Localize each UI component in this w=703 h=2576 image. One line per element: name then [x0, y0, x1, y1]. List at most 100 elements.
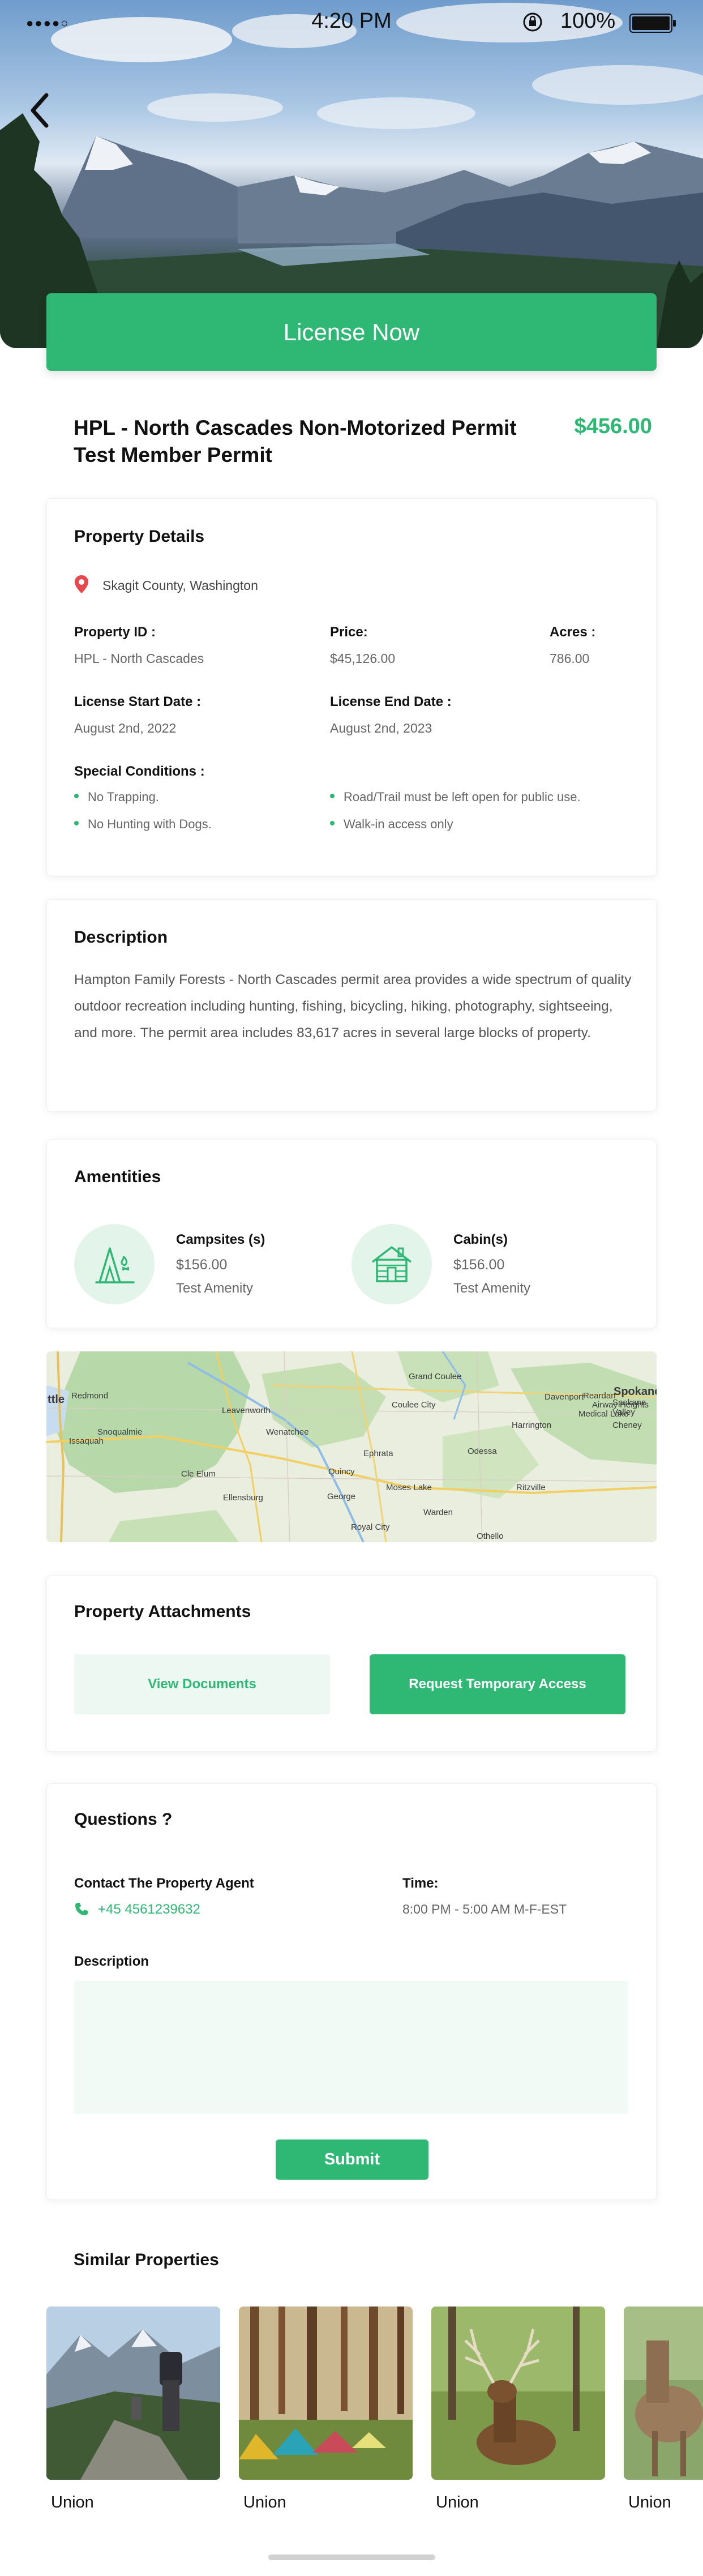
- amenity-price: $156.00: [453, 1257, 505, 1273]
- similar-property-card[interactable]: Union: [431, 2307, 605, 2511]
- similar-property-card[interactable]: Union: [239, 2307, 413, 2511]
- camping-forest-image: [239, 2307, 413, 2480]
- condition-item: Walk-in access only: [330, 817, 453, 832]
- map-label: Leavenworth: [222, 1406, 271, 1415]
- similar-property-label: Union: [243, 2493, 286, 2511]
- condition-item: Road/Trail must be left open for public …: [330, 790, 581, 805]
- campsite-icon: [95, 1247, 135, 1283]
- price-label: Price:: [330, 624, 368, 640]
- questions-card: Questions ? Contact The Property Agent +…: [46, 1783, 657, 2200]
- map-label: Cheney: [612, 1420, 642, 1430]
- permit-title: HPL - North Cascades Non-Motorized Permi…: [74, 414, 538, 469]
- rotation-lock-icon: [523, 12, 542, 32]
- map-label: Ellensburg: [223, 1493, 263, 1503]
- elk-image: [431, 2307, 605, 2480]
- amenity-subtitle: Test Amenity: [453, 1281, 531, 1296]
- map-label: Issaquah: [69, 1436, 104, 1446]
- permit-title-line2: Test Member Permit: [74, 443, 272, 467]
- property-details-card: Property Details Skagit County, Washingt…: [46, 498, 657, 876]
- acres-value: 786.00: [550, 651, 590, 666]
- permit-title-line1: HPL - North Cascades Non-Motorized Permi…: [74, 416, 517, 439]
- attachments-card: Property Attachments View Documents Requ…: [46, 1576, 657, 1752]
- similar-property-label: Union: [51, 2493, 94, 2511]
- map-label: Quincy: [328, 1467, 355, 1477]
- license-now-button[interactable]: License Now: [46, 293, 657, 371]
- hikers-mountain-image: [46, 2307, 220, 2480]
- property-details-heading: Property Details: [74, 527, 205, 546]
- questions-heading: Questions ?: [74, 1810, 173, 1829]
- phone-icon: [75, 1903, 88, 1915]
- map-label: George: [327, 1492, 356, 1501]
- request-access-button[interactable]: Request Temporary Access: [370, 1654, 625, 1714]
- amenity-icon-circle: [352, 1224, 432, 1304]
- amenity-subtitle: Test Amenity: [176, 1281, 254, 1296]
- property-thumbnail: [46, 2307, 220, 2480]
- similar-property-card[interactable]: Union: [46, 2307, 220, 2511]
- condition-item: No Trapping.: [74, 790, 159, 805]
- view-documents-button[interactable]: View Documents: [74, 1654, 330, 1714]
- description-label: Description: [74, 1954, 149, 1969]
- map-label: Spokane Valley: [612, 1398, 646, 1417]
- amenities-card: Amentities Campsites (s) $156.00 Test Am…: [46, 1140, 657, 1328]
- home-indicator[interactable]: [268, 2554, 435, 2560]
- map-label: Warden: [423, 1508, 453, 1517]
- description-card: Description Hampton Family Forests - Nor…: [46, 899, 657, 1111]
- status-bar: ●●●●○ 4:20 PM 100%: [0, 0, 703, 45]
- amenities-heading: Amentities: [74, 1167, 161, 1186]
- map-label: Grand Coulee: [409, 1372, 462, 1381]
- map-label: Spokane: [614, 1385, 657, 1398]
- property-map[interactable]: ttle Redmond Snoqualmie Issaquah Leavenw…: [46, 1351, 657, 1542]
- amenity-price: $156.00: [176, 1257, 228, 1273]
- submit-button[interactable]: Submit: [276, 2139, 428, 2180]
- property-id-label: Property ID :: [74, 624, 156, 640]
- map-label: Coulee City: [392, 1400, 436, 1410]
- description-textarea[interactable]: [74, 1981, 628, 2114]
- condition-item: No Hunting with Dogs.: [74, 817, 212, 832]
- map-label: Cle Elum: [181, 1469, 216, 1479]
- agent-phone[interactable]: +45 4561239632: [98, 1902, 200, 1918]
- special-conditions-label: Special Conditions :: [74, 764, 205, 779]
- map-label: Ritzville: [516, 1483, 546, 1492]
- license-end-label: License End Date :: [330, 694, 452, 709]
- similar-property-card[interactable]: Union: [624, 2307, 703, 2511]
- map-label: ttle: [48, 1393, 65, 1406]
- map-labels: ttle Redmond Snoqualmie Issaquah Leavenw…: [46, 1351, 657, 1542]
- location-pin-icon: [75, 575, 88, 593]
- amenity-icon-circle: [74, 1224, 155, 1304]
- license-start-label: License Start Date :: [74, 694, 202, 709]
- back-arrow-icon[interactable]: [26, 91, 54, 130]
- attachments-heading: Property Attachments: [74, 1602, 251, 1621]
- license-end-value: August 2nd, 2023: [330, 721, 432, 735]
- amenity-name: Campsites (s): [176, 1232, 265, 1247]
- property-thumbnail: [431, 2307, 605, 2480]
- time-value: 8:00 PM - 5:00 AM M-F-EST: [402, 1902, 567, 1916]
- map-label: Royal City: [351, 1522, 390, 1532]
- map-label: Moses Lake: [386, 1483, 432, 1492]
- property-location: Skagit County, Washington: [102, 578, 258, 593]
- property-thumbnail: [239, 2307, 413, 2480]
- description-heading: Description: [74, 928, 168, 947]
- map-label: Othello: [477, 1531, 504, 1541]
- battery-percentage: 100%: [560, 9, 616, 33]
- map-label: Snoqualmie: [97, 1427, 143, 1437]
- map-label: Odessa: [468, 1447, 497, 1456]
- permit-price: $456.00: [574, 414, 652, 438]
- cabin-icon: [371, 1246, 412, 1282]
- battery-icon: [629, 14, 676, 33]
- map-label: Ephrata: [363, 1449, 393, 1458]
- contact-label: Contact The Property Agent: [74, 1876, 254, 1891]
- map-label: Redmond: [71, 1391, 109, 1401]
- amenity-name: Cabin(s): [453, 1232, 508, 1247]
- license-start-value: August 2nd, 2022: [74, 721, 177, 735]
- similar-properties-heading: Similar Properties: [74, 2250, 219, 2269]
- property-id-value: HPL - North Cascades: [74, 651, 204, 666]
- map-label: Harrington: [512, 1420, 552, 1430]
- deer-image: [624, 2307, 703, 2480]
- similar-property-label: Union: [628, 2493, 671, 2511]
- acres-label: Acres :: [550, 624, 596, 640]
- map-label: Davenport: [545, 1392, 584, 1402]
- map-label: Wenatchee: [266, 1427, 309, 1437]
- map-label: Reardan: [583, 1391, 616, 1401]
- price-value: $45,126.00: [330, 651, 396, 666]
- similar-property-label: Union: [436, 2493, 479, 2511]
